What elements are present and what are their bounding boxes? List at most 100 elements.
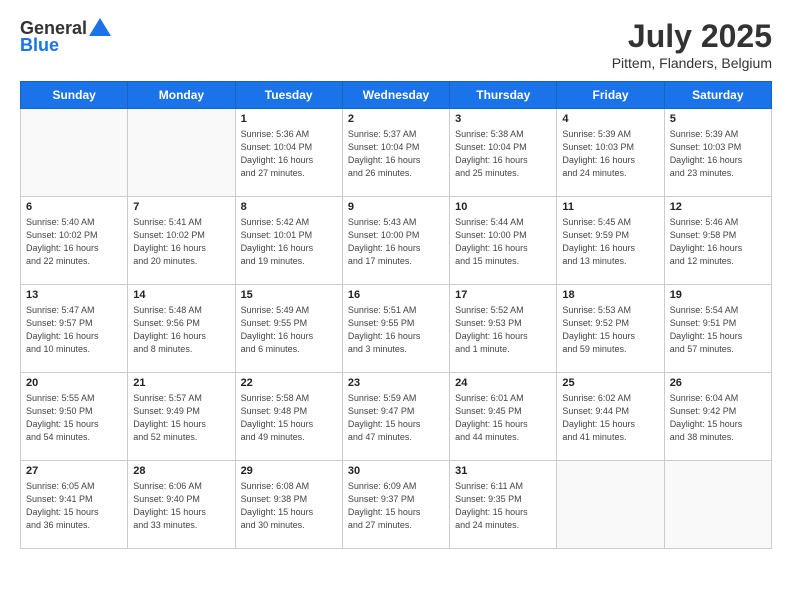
cell-info: Sunrise: 6:08 AM Sunset: 9:38 PM Dayligh… bbox=[241, 480, 337, 532]
calendar-cell: 29Sunrise: 6:08 AM Sunset: 9:38 PM Dayli… bbox=[235, 461, 342, 549]
calendar-cell: 26 Sunrise: 6:04 AM Sunset: 9:42 PM Dayli… bbox=[664, 373, 771, 461]
cell-info: Sunrise: 5:40 AM Sunset: 10:02 PM Daylig… bbox=[26, 216, 122, 268]
calendar-cell: 25 Sunrise: 6:02 AM Sunset: 9:44 PM Dayli… bbox=[557, 373, 664, 461]
day-number: 2 bbox=[348, 113, 444, 125]
cell-info: Sunrise: 5:39 AM Sunset: 10:03 PM Daylig… bbox=[562, 128, 658, 180]
cell-info: Sunrise: 5:47 AM Sunset: 9:57 PM Dayligh… bbox=[26, 304, 122, 356]
day-number: 8 bbox=[241, 201, 337, 213]
calendar-cell: 11 Sunrise: 5:45 AM Sunset: 9:59 PM Dayli… bbox=[557, 197, 664, 285]
calendar-cell: 18 Sunrise: 5:53 AM Sunset: 9:52 PM Dayli… bbox=[557, 285, 664, 373]
day-number: 22 bbox=[241, 377, 337, 389]
cell-info: Sunrise: 6:01 AM Sunset: 9:45 PM Dayligh… bbox=[455, 392, 551, 444]
cell-info: Sunrise: 5:36 AM Sunset: 10:04 PM Daylig… bbox=[241, 128, 337, 180]
header-monday: Monday bbox=[128, 82, 235, 109]
calendar-cell: 17 Sunrise: 5:52 AM Sunset: 9:53 PM Dayli… bbox=[450, 285, 557, 373]
calendar-cell bbox=[128, 109, 235, 197]
calendar-cell: 5Sunrise: 5:39 AM Sunset: 10:03 PM Dayli… bbox=[664, 109, 771, 197]
cell-info: Sunrise: 5:54 AM Sunset: 9:51 PM Dayligh… bbox=[670, 304, 766, 356]
day-number: 13 bbox=[26, 289, 122, 301]
header-sunday: Sunday bbox=[21, 82, 128, 109]
week-row-2: 13 Sunrise: 5:47 AM Sunset: 9:57 PM Dayli… bbox=[21, 285, 772, 373]
week-row-4: 27Sunrise: 6:05 AM Sunset: 9:41 PM Dayli… bbox=[21, 461, 772, 549]
calendar-cell: 6 Sunrise: 5:40 AM Sunset: 10:02 PM Dayli… bbox=[21, 197, 128, 285]
cell-info: Sunrise: 5:55 AM Sunset: 9:50 PM Dayligh… bbox=[26, 392, 122, 444]
day-number: 17 bbox=[455, 289, 551, 301]
header-friday: Friday bbox=[557, 82, 664, 109]
cell-info: Sunrise: 5:59 AM Sunset: 9:47 PM Dayligh… bbox=[348, 392, 444, 444]
cell-info: Sunrise: 6:04 AM Sunset: 9:42 PM Dayligh… bbox=[670, 392, 766, 444]
calendar-cell: 4 Sunrise: 5:39 AM Sunset: 10:03 PM Dayli… bbox=[557, 109, 664, 197]
cell-info: Sunrise: 5:57 AM Sunset: 9:49 PM Dayligh… bbox=[133, 392, 229, 444]
cell-info: Sunrise: 5:43 AM Sunset: 10:00 PM Daylig… bbox=[348, 216, 444, 268]
cell-info: Sunrise: 5:52 AM Sunset: 9:53 PM Dayligh… bbox=[455, 304, 551, 356]
cell-info: Sunrise: 5:39 AM Sunset: 10:03 PM Daylig… bbox=[670, 128, 766, 180]
calendar-cell: 24 Sunrise: 6:01 AM Sunset: 9:45 PM Dayli… bbox=[450, 373, 557, 461]
header-saturday: Saturday bbox=[664, 82, 771, 109]
cell-info: Sunrise: 6:02 AM Sunset: 9:44 PM Dayligh… bbox=[562, 392, 658, 444]
calendar-cell: 16Sunrise: 5:51 AM Sunset: 9:55 PM Dayli… bbox=[342, 285, 449, 373]
cell-info: Sunrise: 5:53 AM Sunset: 9:52 PM Dayligh… bbox=[562, 304, 658, 356]
calendar-cell: 13 Sunrise: 5:47 AM Sunset: 9:57 PM Dayli… bbox=[21, 285, 128, 373]
page: General Blue July 2025 Pittem, Flanders,… bbox=[0, 0, 792, 612]
calendar-cell: 9 Sunrise: 5:43 AM Sunset: 10:00 PM Dayli… bbox=[342, 197, 449, 285]
cell-info: Sunrise: 5:48 AM Sunset: 9:56 PM Dayligh… bbox=[133, 304, 229, 356]
day-number: 23 bbox=[348, 377, 444, 389]
day-number: 31 bbox=[455, 465, 551, 477]
cell-info: Sunrise: 5:49 AM Sunset: 9:55 PM Dayligh… bbox=[241, 304, 337, 356]
header-tuesday: Tuesday bbox=[235, 82, 342, 109]
header-row: Sunday Monday Tuesday Wednesday Thursday… bbox=[21, 82, 772, 109]
cell-info: Sunrise: 5:44 AM Sunset: 10:00 PM Daylig… bbox=[455, 216, 551, 268]
day-number: 15 bbox=[241, 289, 337, 301]
calendar-cell bbox=[664, 461, 771, 549]
day-number: 11 bbox=[562, 201, 658, 213]
calendar-cell: 19 Sunrise: 5:54 AM Sunset: 9:51 PM Dayli… bbox=[664, 285, 771, 373]
logo: General Blue bbox=[20, 18, 111, 56]
cell-info: Sunrise: 6:05 AM Sunset: 9:41 PM Dayligh… bbox=[26, 480, 122, 532]
calendar-cell bbox=[557, 461, 664, 549]
cell-info: Sunrise: 6:09 AM Sunset: 9:37 PM Dayligh… bbox=[348, 480, 444, 532]
day-number: 20 bbox=[26, 377, 122, 389]
day-number: 1 bbox=[241, 113, 337, 125]
cell-info: Sunrise: 5:37 AM Sunset: 10:04 PM Daylig… bbox=[348, 128, 444, 180]
logo-blue: Blue bbox=[20, 35, 59, 56]
day-number: 3 bbox=[455, 113, 551, 125]
calendar-table: Sunday Monday Tuesday Wednesday Thursday… bbox=[20, 81, 772, 549]
location: Pittem, Flanders, Belgium bbox=[612, 55, 772, 71]
calendar-cell: 30 Sunrise: 6:09 AM Sunset: 9:37 PM Dayli… bbox=[342, 461, 449, 549]
day-number: 6 bbox=[26, 201, 122, 213]
day-number: 9 bbox=[348, 201, 444, 213]
day-number: 7 bbox=[133, 201, 229, 213]
title-block: July 2025 Pittem, Flanders, Belgium bbox=[612, 18, 772, 71]
cell-info: Sunrise: 5:45 AM Sunset: 9:59 PM Dayligh… bbox=[562, 216, 658, 268]
day-number: 26 bbox=[670, 377, 766, 389]
day-number: 24 bbox=[455, 377, 551, 389]
day-number: 25 bbox=[562, 377, 658, 389]
calendar-cell: 3Sunrise: 5:38 AM Sunset: 10:04 PM Dayli… bbox=[450, 109, 557, 197]
calendar-cell: 28 Sunrise: 6:06 AM Sunset: 9:40 PM Dayli… bbox=[128, 461, 235, 549]
calendar-cell: 31 Sunrise: 6:11 AM Sunset: 9:35 PM Dayli… bbox=[450, 461, 557, 549]
cell-info: Sunrise: 5:41 AM Sunset: 10:02 PM Daylig… bbox=[133, 216, 229, 268]
calendar-cell: 10Sunrise: 5:44 AM Sunset: 10:00 PM Dayl… bbox=[450, 197, 557, 285]
day-number: 4 bbox=[562, 113, 658, 125]
week-row-0: 1 Sunrise: 5:36 AM Sunset: 10:04 PM Dayli… bbox=[21, 109, 772, 197]
logo-icon bbox=[89, 16, 111, 38]
week-row-3: 20 Sunrise: 5:55 AM Sunset: 9:50 PM Dayli… bbox=[21, 373, 772, 461]
day-number: 16 bbox=[348, 289, 444, 301]
cell-info: Sunrise: 6:11 AM Sunset: 9:35 PM Dayligh… bbox=[455, 480, 551, 532]
day-number: 30 bbox=[348, 465, 444, 477]
calendar-cell: 2 Sunrise: 5:37 AM Sunset: 10:04 PM Dayli… bbox=[342, 109, 449, 197]
day-number: 28 bbox=[133, 465, 229, 477]
calendar-cell: 1 Sunrise: 5:36 AM Sunset: 10:04 PM Dayli… bbox=[235, 109, 342, 197]
cell-info: Sunrise: 6:06 AM Sunset: 9:40 PM Dayligh… bbox=[133, 480, 229, 532]
cell-info: Sunrise: 5:42 AM Sunset: 10:01 PM Daylig… bbox=[241, 216, 337, 268]
calendar-cell: 15 Sunrise: 5:49 AM Sunset: 9:55 PM Dayli… bbox=[235, 285, 342, 373]
day-number: 19 bbox=[670, 289, 766, 301]
header-wednesday: Wednesday bbox=[342, 82, 449, 109]
day-number: 21 bbox=[133, 377, 229, 389]
week-row-1: 6 Sunrise: 5:40 AM Sunset: 10:02 PM Dayli… bbox=[21, 197, 772, 285]
calendar-cell: 27Sunrise: 6:05 AM Sunset: 9:41 PM Dayli… bbox=[21, 461, 128, 549]
day-number: 18 bbox=[562, 289, 658, 301]
header: General Blue July 2025 Pittem, Flanders,… bbox=[20, 18, 772, 71]
calendar-cell: 14Sunrise: 5:48 AM Sunset: 9:56 PM Dayli… bbox=[128, 285, 235, 373]
calendar-cell: 12Sunrise: 5:46 AM Sunset: 9:58 PM Dayli… bbox=[664, 197, 771, 285]
